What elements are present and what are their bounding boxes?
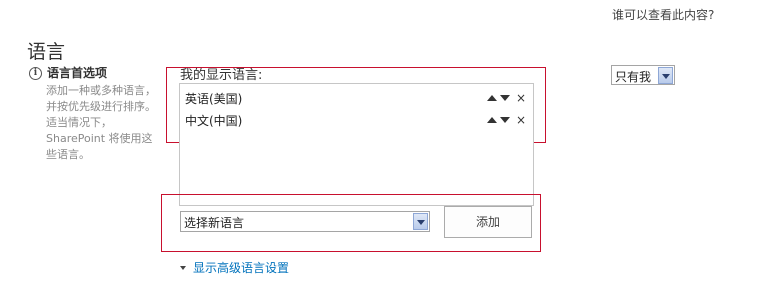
section-title: 语言 <box>27 41 66 63</box>
chevron-down-icon[interactable] <box>413 213 428 230</box>
new-language-select-value: 选择新语言 <box>184 216 245 230</box>
display-languages-list[interactable]: 英语(美国) × 中文(中国) × <box>179 83 534 206</box>
chevron-down-icon[interactable] <box>658 67 673 84</box>
advanced-link-label[interactable]: 显示高级语言设置 <box>193 259 289 276</box>
move-up-icon[interactable] <box>487 117 497 123</box>
visibility-select-value: 只有我 <box>615 70 652 84</box>
display-languages-label: 我的显示语言: <box>180 68 263 83</box>
remove-close-icon[interactable]: × <box>516 114 526 126</box>
language-name: 英语(美国) <box>185 92 243 106</box>
language-preferences-description: 添加一种或多种语言，并按优先级进行排序。适当情况下，SharePoint 将使用… <box>46 84 156 161</box>
language-row-english[interactable]: 英语(美国) × <box>185 88 533 108</box>
language-preferences-heading: 语言首选项 <box>47 66 108 80</box>
remove-close-icon[interactable]: × <box>516 92 526 104</box>
visibility-select[interactable]: 只有我 <box>611 65 675 85</box>
visibility-question: 谁可以查看此内容? <box>612 8 715 22</box>
language-name: 中文(中国) <box>185 114 243 128</box>
caret-down-icon <box>180 266 186 270</box>
move-up-icon[interactable] <box>487 95 497 101</box>
language-row-chinese[interactable]: 中文(中国) × <box>185 110 533 130</box>
move-down-icon[interactable] <box>500 95 510 101</box>
info-icon: i <box>29 67 42 80</box>
new-language-select[interactable]: 选择新语言 <box>180 211 430 232</box>
add-language-button[interactable]: 添加 <box>444 206 532 238</box>
move-down-icon[interactable] <box>500 117 510 123</box>
advanced-language-settings-link[interactable]: 显示高级语言设置 <box>180 259 289 276</box>
